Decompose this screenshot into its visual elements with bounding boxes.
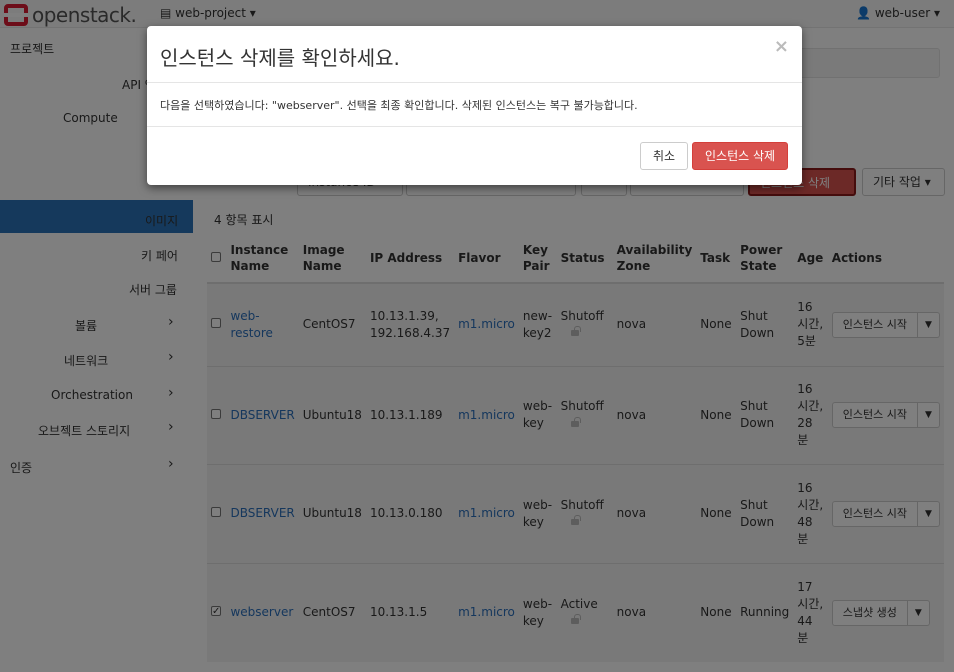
modal-body: 다음을 선택하였습니다: "webserver". 선택을 최종 확인합니다. … xyxy=(147,83,802,127)
modal-title: 인스턴스 삭제를 확인하세요. xyxy=(160,46,400,70)
modal-message: 다음을 선택하였습니다: "webserver". 선택을 최종 확인합니다. … xyxy=(160,99,638,112)
close-icon[interactable]: × xyxy=(774,36,789,57)
cancel-button[interactable]: 취소 xyxy=(640,142,689,170)
delete-confirm-modal: 인스턴스 삭제를 확인하세요. × 다음을 선택하였습니다: "webserve… xyxy=(147,26,802,185)
modal-header: 인스턴스 삭제를 확인하세요. × xyxy=(147,26,802,83)
confirm-delete-button[interactable]: 인스턴스 삭제 xyxy=(692,142,789,170)
